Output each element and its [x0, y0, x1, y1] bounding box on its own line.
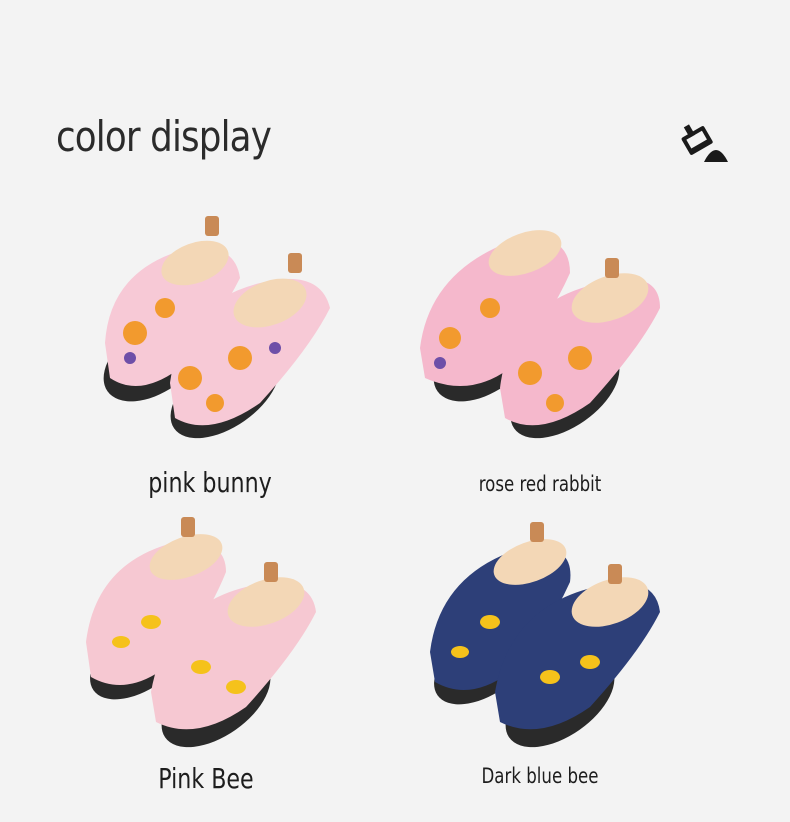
variant-card-pink-bee[interactable]: Pink Bee: [26, 512, 386, 822]
pink-bee-shoes-image: [86, 517, 316, 748]
paint-bucket-icon: [681, 124, 728, 162]
rose-red-rabbit-shoes-image: [420, 230, 660, 439]
variant-card-pink-bunny[interactable]: pink bunny: [30, 208, 390, 518]
variant-label: Pink Bee: [158, 762, 254, 795]
pink-bunny-shoes-image: [103, 216, 330, 439]
variant-card-rose-red-rabbit[interactable]: rose red rabbit: [360, 208, 720, 518]
page-title: color display: [56, 112, 272, 161]
dark-blue-bee-shoes-image: [430, 522, 660, 748]
variant-label: pink bunny: [148, 466, 272, 499]
variant-label: rose red rabbit: [478, 472, 602, 496]
variant-label: Dark blue bee: [481, 764, 599, 788]
variant-card-dark-blue-bee[interactable]: Dark blue bee: [360, 512, 720, 822]
